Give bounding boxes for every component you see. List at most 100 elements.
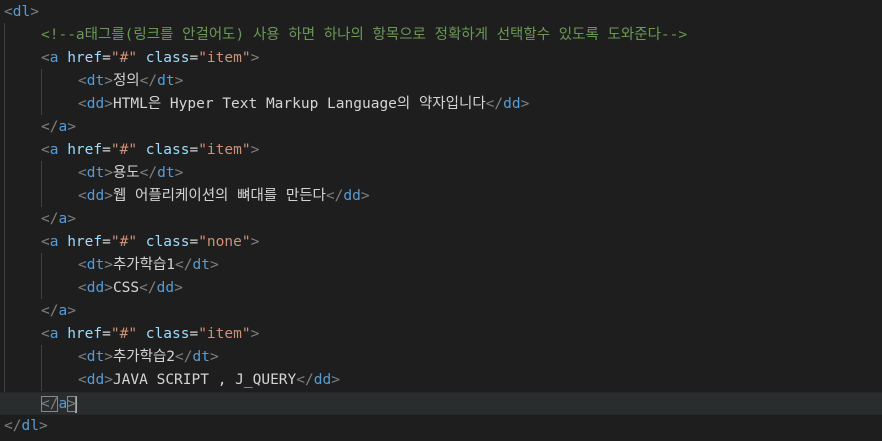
code-line[interactable]: <dt>용도</dt> bbox=[0, 162, 882, 185]
text-cursor bbox=[74, 395, 77, 413]
code-token-punct: > bbox=[331, 372, 340, 388]
code-token-tag: a bbox=[58, 303, 68, 319]
code-token-punct: </ bbox=[175, 257, 193, 273]
code-token-punct: </ bbox=[175, 349, 193, 365]
code-token-punct: < bbox=[41, 234, 50, 250]
code-token-attr: class bbox=[145, 142, 190, 158]
code-token-str: "item" bbox=[198, 50, 251, 66]
code-token-txt: = bbox=[102, 326, 111, 342]
code-token-punct: </ bbox=[139, 280, 157, 296]
code-token-str: "#" bbox=[110, 50, 138, 66]
code-token-str: "item" bbox=[198, 142, 251, 158]
code-token-txt: 웹 어플리케이션의 뼈대를 만든다 bbox=[112, 188, 326, 204]
code-line[interactable]: <dd>CSS</dd> bbox=[0, 277, 882, 300]
code-line[interactable]: <a href="#" class="item"> bbox=[0, 47, 882, 70]
code-line[interactable]: <dl> bbox=[0, 1, 882, 24]
code-token-punct: </ bbox=[41, 303, 59, 319]
code-token-tag: dt bbox=[157, 73, 175, 89]
code-token-tag: dt bbox=[192, 349, 210, 365]
code-token-punct: </ bbox=[41, 396, 59, 412]
code-token-tag: dt bbox=[86, 349, 105, 365]
code-token-txt: = bbox=[189, 142, 199, 158]
code-line[interactable]: <a href="#" class="none"> bbox=[0, 231, 882, 254]
code-token-tag: a bbox=[58, 396, 68, 412]
code-token-txt: 추가학습2 bbox=[112, 349, 176, 365]
code-token-txt: = bbox=[189, 234, 199, 250]
code-line[interactable]: </a> bbox=[0, 208, 882, 231]
code-token-punct: < bbox=[4, 4, 13, 20]
code-editor[interactable]: <dl> <!--a태그를(링크를 안걸어도) 사용 하면 하나의 항목으로 정확… bbox=[0, 0, 882, 441]
code-token-punct: > bbox=[104, 96, 113, 112]
code-token-txt: 추가학습1 bbox=[112, 257, 176, 273]
code-token-tag: dd bbox=[86, 96, 105, 112]
code-token-punct: < bbox=[78, 188, 87, 204]
code-line[interactable]: <a href="#" class="item"> bbox=[0, 323, 882, 346]
code-token-attr: class bbox=[145, 326, 190, 342]
code-token-punct: > bbox=[174, 280, 183, 296]
code-token-punct: > bbox=[209, 257, 219, 273]
code-token-txt: = bbox=[102, 142, 111, 158]
code-token-tag: dt bbox=[86, 73, 105, 89]
code-line[interactable]: </a> bbox=[0, 392, 882, 415]
code-token-tag: dt bbox=[86, 165, 105, 181]
code-token-punct: < bbox=[78, 73, 87, 89]
code-token-txt: 정의 bbox=[112, 73, 140, 89]
code-token-punct: </ bbox=[325, 188, 344, 204]
code-token-punct: < bbox=[78, 280, 87, 296]
code-token-punct: > bbox=[104, 73, 113, 89]
code-line[interactable]: <!--a태그를(링크를 안걸어도) 사용 하면 하나의 항목으로 정확하게 선… bbox=[0, 24, 882, 47]
code-token-attr: href bbox=[67, 142, 103, 158]
code-line[interactable]: <dt>추가학습1</dt> bbox=[0, 254, 882, 277]
code-token-txt: = bbox=[189, 50, 199, 66]
code-token-txt: = bbox=[102, 50, 111, 66]
code-token-str: "none" bbox=[198, 234, 251, 250]
code-token-punct: > bbox=[104, 349, 113, 365]
code-token-tag: dd bbox=[86, 280, 105, 296]
code-token-tag: dd bbox=[86, 372, 105, 388]
code-token-attr: href bbox=[67, 50, 103, 66]
code-token-punct: </ bbox=[296, 372, 314, 388]
code-token-str: "item" bbox=[198, 326, 251, 342]
code-token-tag: dd bbox=[343, 188, 361, 204]
code-token-tag: a bbox=[58, 211, 68, 227]
code-line[interactable]: </a> bbox=[0, 300, 882, 323]
code-token-punct: < bbox=[78, 96, 87, 112]
code-token-punct: </ bbox=[139, 165, 158, 181]
code-line[interactable]: <a href="#" class="item"> bbox=[0, 139, 882, 162]
code-token-punct: > bbox=[104, 188, 113, 204]
code-token-str: "#" bbox=[110, 142, 138, 158]
code-token-punct: < bbox=[78, 165, 87, 181]
code-line[interactable]: <dd>웹 어플리케이션의 뼈대를 만든다</dd> bbox=[0, 185, 882, 208]
code-token-txt: 용도 bbox=[112, 165, 140, 181]
code-token-punct: < bbox=[78, 372, 87, 388]
code-line[interactable]: <dt>정의</dt> bbox=[0, 70, 882, 93]
code-token-punct: </ bbox=[139, 73, 158, 89]
code-token-punct: > bbox=[250, 326, 260, 342]
code-token-punct: > bbox=[209, 349, 219, 365]
code-token-punct: </ bbox=[41, 119, 59, 135]
code-token-punct: < bbox=[41, 326, 50, 342]
code-token-punct: > bbox=[250, 234, 260, 250]
code-token-punct: > bbox=[67, 119, 76, 135]
code-token-tag: dt bbox=[192, 257, 210, 273]
code-token-punct: < bbox=[41, 142, 50, 158]
code-line[interactable]: </a> bbox=[0, 116, 882, 139]
code-token-attr: class bbox=[145, 50, 190, 66]
code-token-punct: > bbox=[174, 165, 184, 181]
code-token-punct: < bbox=[41, 50, 50, 66]
code-token-txt: CSS bbox=[112, 280, 140, 296]
code-line[interactable]: <dt>추가학습2</dt> bbox=[0, 346, 882, 369]
code-line[interactable]: <dd>HTML은 Hyper Text Markup Language의 약자… bbox=[0, 93, 882, 116]
code-token-str: "#" bbox=[110, 326, 138, 342]
code-token-punct: < bbox=[78, 257, 87, 273]
code-line[interactable]: </dl> bbox=[0, 415, 882, 438]
code-token-punct: > bbox=[104, 372, 113, 388]
code-token-punct: > bbox=[30, 4, 39, 20]
code-line[interactable]: <dd>JAVA SCRIPT , J_QUERY</dd> bbox=[0, 369, 882, 392]
